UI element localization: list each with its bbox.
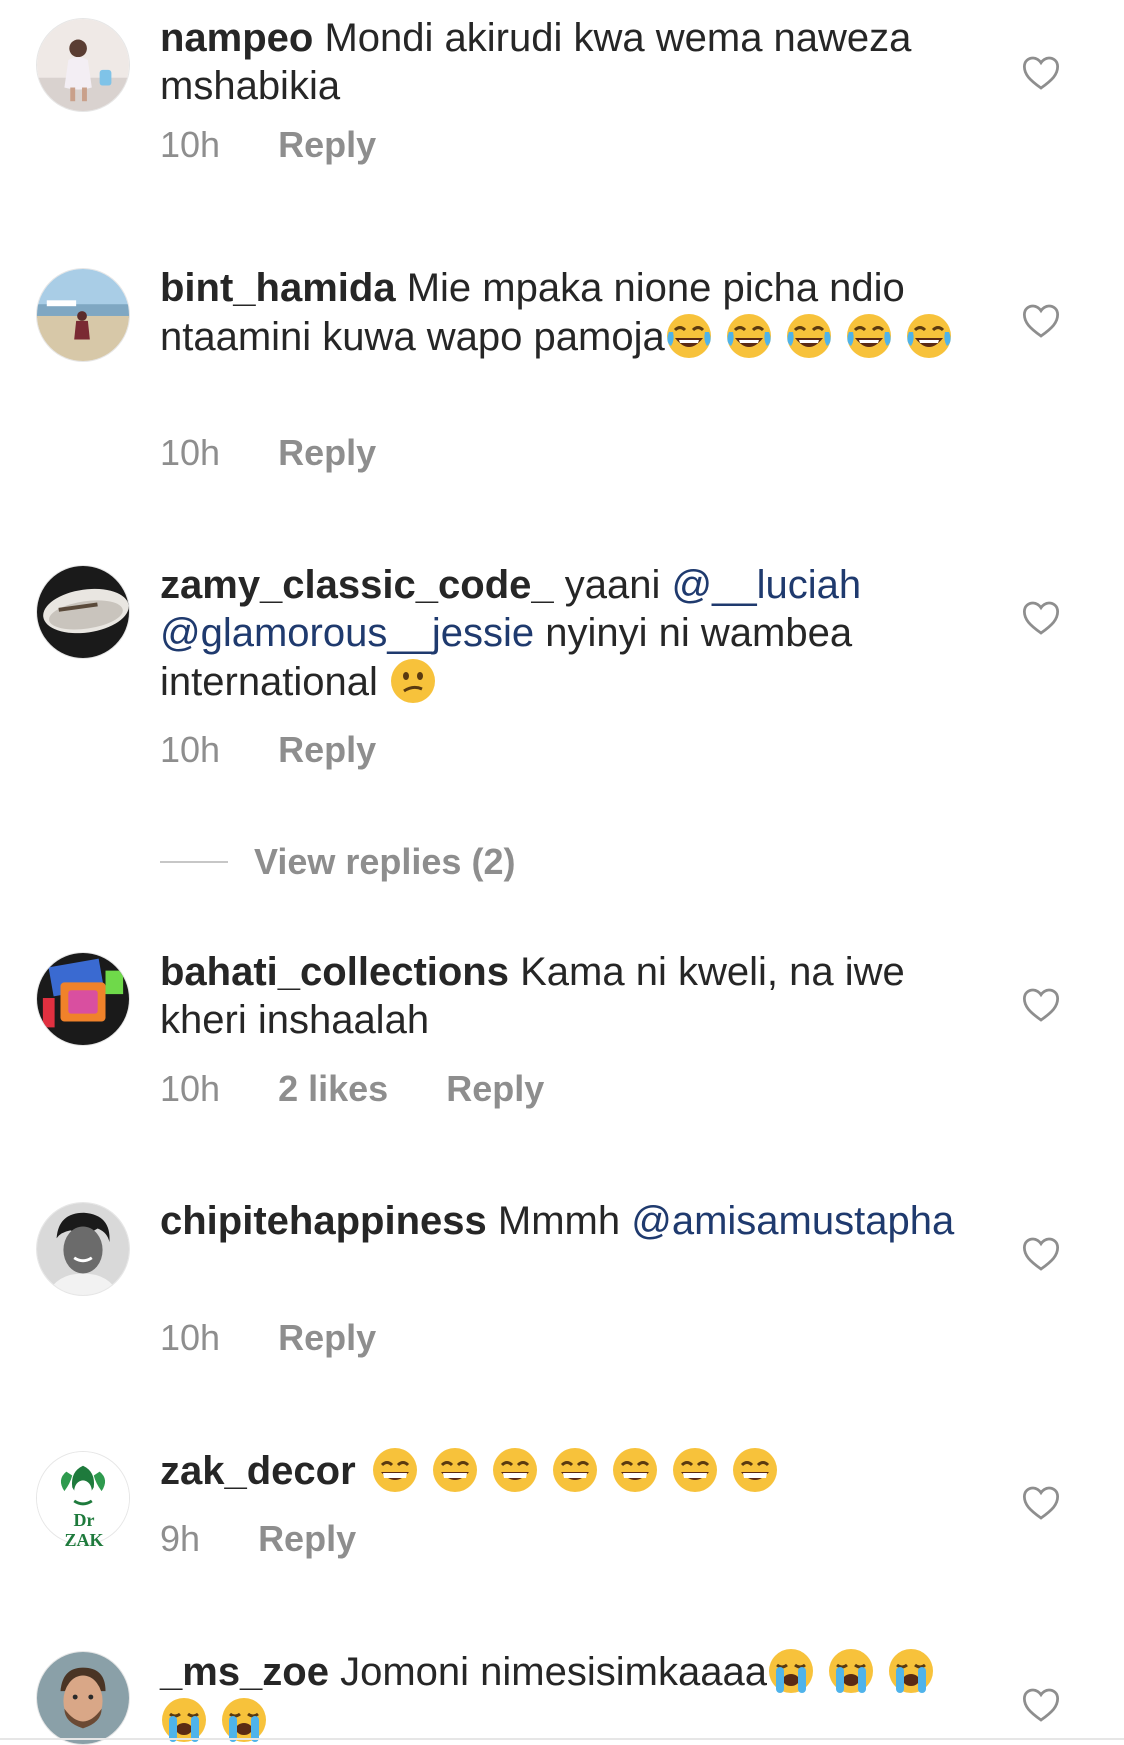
heart-icon[interactable] xyxy=(1022,600,1060,636)
tears-of-joy-emoji xyxy=(785,312,833,360)
reply-button[interactable]: Reply xyxy=(446,1068,544,1110)
heart-icon[interactable] xyxy=(1022,1236,1060,1272)
comment-meta: 10h Reply xyxy=(160,432,376,474)
grinning-face-emoji xyxy=(611,1446,659,1494)
grinning-face-emoji xyxy=(671,1446,719,1494)
comment-meta: 10h Reply xyxy=(160,124,376,166)
mention-link[interactable]: @glamorous__jessie xyxy=(160,611,534,655)
avatar[interactable] xyxy=(36,18,130,112)
reply-button[interactable]: Reply xyxy=(278,432,376,474)
tears-of-joy-emoji xyxy=(665,312,713,360)
comment-username[interactable]: _ms_zoe xyxy=(160,1650,329,1694)
comment-time: 10h xyxy=(160,124,221,165)
comment-time: 10h xyxy=(160,1317,221,1358)
comment-body: Mmmh xyxy=(497,1199,621,1243)
comment-meta: 10h Reply xyxy=(160,1317,376,1359)
divider-line xyxy=(160,861,228,863)
comment-time: 10h xyxy=(160,432,221,473)
comment-text: zak_decor xyxy=(160,1446,980,1495)
avatar[interactable] xyxy=(36,1651,130,1745)
comment-username[interactable]: bint_hamida xyxy=(160,266,396,310)
comment-body: yaani xyxy=(564,563,661,607)
grinning-face-emoji xyxy=(491,1446,539,1494)
loudly-crying-emoji xyxy=(767,1647,815,1695)
comment-username[interactable]: chipitehappiness xyxy=(160,1199,487,1243)
avatar[interactable] xyxy=(36,268,130,362)
comment-username[interactable]: nampeo xyxy=(160,16,313,60)
brand-logo-text: Dr ZAK xyxy=(64,1510,104,1550)
avatar[interactable] xyxy=(36,952,130,1046)
mention-link[interactable]: @amisamustapha xyxy=(631,1199,954,1243)
comment-username[interactable]: zak_decor xyxy=(160,1449,356,1493)
heart-icon[interactable] xyxy=(1022,303,1060,339)
loudly-crying-emoji xyxy=(827,1647,875,1695)
comment-time: 10h xyxy=(160,1068,221,1109)
comment-meta: 10h 2 likes Reply xyxy=(160,1068,544,1110)
likes-count[interactable]: 2 likes xyxy=(278,1068,388,1110)
comment-username[interactable]: bahati_collections xyxy=(160,950,509,994)
comment-time: 10h xyxy=(160,729,221,770)
reply-button[interactable]: Reply xyxy=(258,1518,356,1560)
loudly-crying-emoji xyxy=(887,1647,935,1695)
loudly-crying-emoji xyxy=(220,1696,268,1744)
confused-face-emoji xyxy=(389,657,437,705)
comment-text: chipitehappiness Mmmh @amisamustapha xyxy=(160,1197,980,1245)
heart-icon[interactable] xyxy=(1022,1687,1060,1723)
heart-icon[interactable] xyxy=(1022,55,1060,91)
reply-button[interactable]: Reply xyxy=(278,1317,376,1359)
loudly-crying-emoji xyxy=(160,1696,208,1744)
comment-body: Jomoni nimesisimkaaaa xyxy=(340,1650,767,1694)
comment-text: bint_hamida Mie mpaka nione picha ndio n… xyxy=(160,264,980,361)
grinning-face-emoji xyxy=(431,1446,479,1494)
grinning-face-emoji xyxy=(551,1446,599,1494)
reply-button[interactable]: Reply xyxy=(278,729,376,771)
avatar[interactable] xyxy=(36,565,130,659)
tears-of-joy-emoji xyxy=(845,312,893,360)
grinning-face-emoji xyxy=(731,1446,779,1494)
view-replies-label[interactable]: View replies (2) xyxy=(254,841,515,883)
comment-username[interactable]: zamy_classic_code_ xyxy=(160,563,554,607)
reply-button[interactable]: Reply xyxy=(278,124,376,166)
comment-time: 9h xyxy=(160,1518,201,1559)
heart-icon[interactable] xyxy=(1022,1485,1060,1521)
mention-link[interactable]: @__luciah xyxy=(672,563,862,607)
bottom-divider xyxy=(0,1738,1124,1740)
comment-meta: 9h Reply xyxy=(160,1518,356,1560)
comment-text: _ms_zoe Jomoni nimesisimkaaaa xyxy=(160,1647,980,1745)
avatar[interactable] xyxy=(36,1202,130,1296)
tears-of-joy-emoji xyxy=(725,312,773,360)
view-replies-button[interactable]: View replies (2) xyxy=(160,841,515,883)
comment-meta: 10h Reply xyxy=(160,729,376,771)
tears-of-joy-emoji xyxy=(905,312,953,360)
comment-text: zamy_classic_code_ yaani @__luciah @glam… xyxy=(160,561,980,706)
heart-icon[interactable] xyxy=(1022,987,1060,1023)
comment-text: nampeo Mondi akirudi kwa wema naweza msh… xyxy=(160,14,980,110)
comment-text: bahati_collections Kama ni kweli, na iwe… xyxy=(160,948,980,1044)
grinning-face-emoji xyxy=(371,1446,419,1494)
